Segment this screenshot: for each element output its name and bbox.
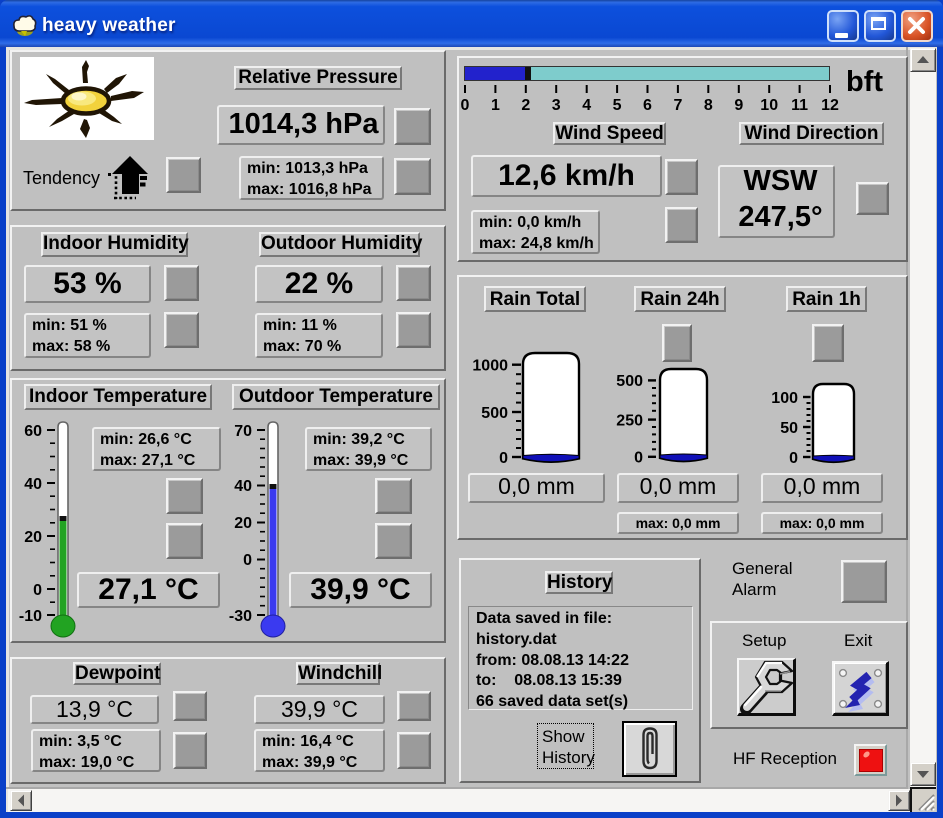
svg-text:2: 2 <box>521 97 530 114</box>
svg-text:40: 40 <box>24 476 42 493</box>
svg-text:0: 0 <box>789 450 798 467</box>
svg-text:0: 0 <box>461 97 470 114</box>
svg-text:5: 5 <box>613 97 622 114</box>
svg-text:60: 60 <box>24 423 42 440</box>
svg-text:50: 50 <box>780 420 798 437</box>
svg-text:20: 20 <box>234 515 252 532</box>
svg-text:0: 0 <box>499 450 508 467</box>
svg-text:0: 0 <box>634 450 643 467</box>
svg-text:7: 7 <box>673 97 682 114</box>
svg-text:-10: -10 <box>19 608 42 625</box>
svg-text:1: 1 <box>491 97 500 114</box>
svg-text:11: 11 <box>791 97 808 114</box>
svg-text:40: 40 <box>234 478 252 495</box>
svg-text:1000: 1000 <box>472 358 508 375</box>
svg-text:0: 0 <box>243 552 252 569</box>
svg-text:250: 250 <box>616 412 643 429</box>
svg-text:20: 20 <box>24 529 42 546</box>
svg-text:3: 3 <box>552 97 561 114</box>
svg-text:8: 8 <box>704 97 713 114</box>
svg-text:100: 100 <box>771 390 798 407</box>
svg-text:bft: bft <box>846 66 883 98</box>
svg-text:500: 500 <box>616 373 643 390</box>
svg-text:12: 12 <box>821 97 839 114</box>
svg-text:9: 9 <box>734 97 743 114</box>
svg-text:10: 10 <box>760 97 778 114</box>
svg-text:4: 4 <box>582 97 591 114</box>
svg-text:0: 0 <box>33 582 42 599</box>
svg-text:70: 70 <box>234 423 252 440</box>
svg-text:-30: -30 <box>229 608 252 625</box>
svg-text:6: 6 <box>643 97 652 114</box>
svg-text:500: 500 <box>481 405 508 422</box>
